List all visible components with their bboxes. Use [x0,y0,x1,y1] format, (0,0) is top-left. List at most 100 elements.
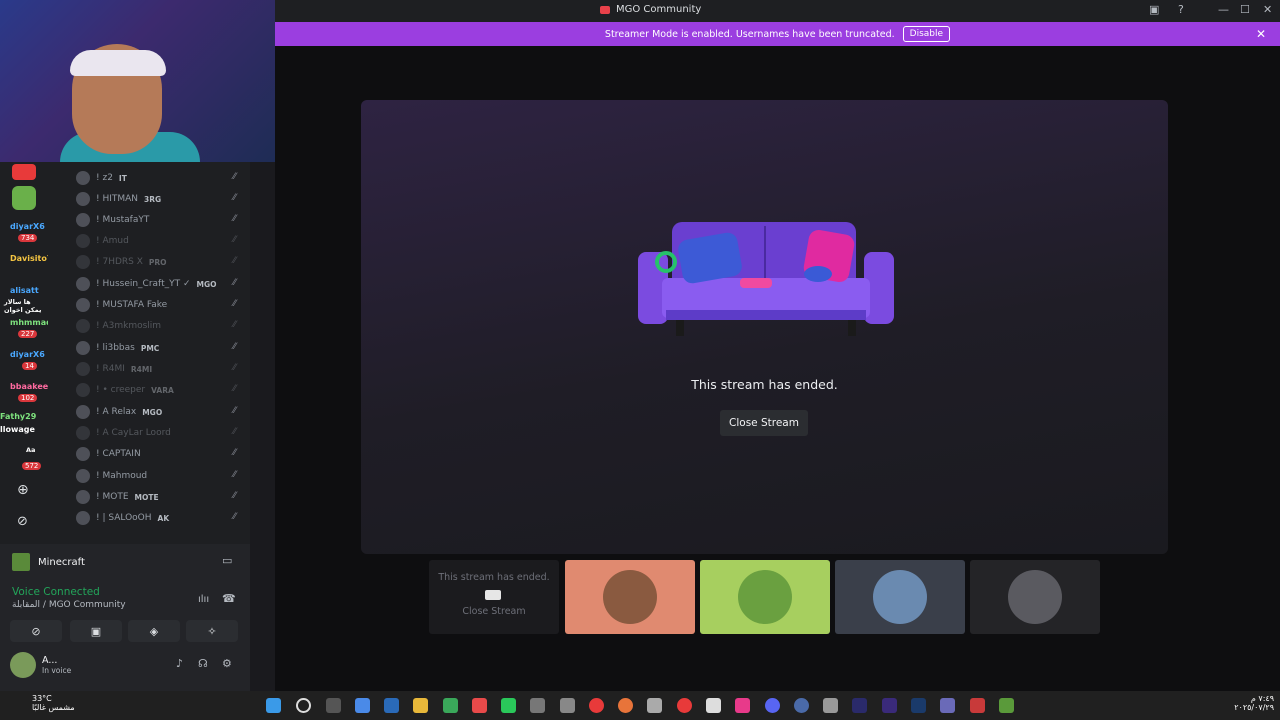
voice-member[interactable]: ! li3bbas PMC ⁄⁄ [76,338,244,358]
avatar [76,319,90,333]
start-icon[interactable] [266,698,281,713]
participant-tile[interactable] [565,560,695,634]
participant-tile[interactable] [970,560,1100,634]
voice-connection[interactable]: Voice Connected المقابلة / MGO Community [12,586,126,610]
participant-tile[interactable] [700,560,830,634]
opera-icon[interactable] [677,698,692,713]
discord-icon[interactable] [765,698,780,713]
maximize-button[interactable]: ☐ [1240,3,1250,16]
avatar [76,234,90,248]
tiktok-icon[interactable] [735,698,750,713]
member-name: ! Hussein_Craft_YT ✓ [96,279,191,289]
settings-gear-icon[interactable]: ⚙ [222,657,232,670]
streamer-mode-banner: Streamer Mode is enabled. Usernames have… [275,22,1280,46]
file-explorer-icon[interactable] [413,698,428,713]
mic-muted-icon: ⁄⁄ [232,299,236,309]
capcut-icon[interactable] [706,698,721,713]
member-tag: PMC [140,343,160,353]
camera-off-icon: ⊘ [31,624,41,638]
voice-member[interactable]: ! A3mkmoslim ⁄⁄ [76,316,244,336]
app-icon[interactable] [472,698,487,713]
mic-muted-icon: ⁄⁄ [232,256,236,266]
member-name: ! MustafaYT [96,215,150,225]
youtube-icon[interactable] [589,698,604,713]
media-encoder-icon[interactable] [882,698,897,713]
voice-member[interactable]: ! Hussein_Craft_YT ✓ MGO ⁄⁄ [76,274,244,294]
share-screen-button[interactable]: ▣ [70,620,122,642]
mic-muted-icon: ⁄⁄ [232,172,236,182]
voice-member[interactable]: ! HITMAN 3RG ⁄⁄ [76,189,244,209]
voice-member[interactable]: ! MUSTAFA Fake ⁄⁄ [76,295,244,315]
chat-message: ها سالار يمكن اخوان [4,298,42,314]
photoshop-icon[interactable] [911,698,926,713]
member-tag: AK [157,513,170,523]
member-name: ! A3mkmoslim [96,321,162,331]
voice-member[interactable]: ! MOTE MOTE ⁄⁄ [76,487,244,507]
server-icon[interactable] [12,186,36,210]
minecraft-icon [12,553,30,571]
steam-icon[interactable] [384,698,399,713]
app-icon[interactable] [618,698,633,713]
whatsapp-icon[interactable] [501,698,516,713]
voice-member[interactable]: ! Amud ⁄⁄ [76,231,244,251]
app-icon[interactable] [794,698,809,713]
close-window-button[interactable]: ✕ [1263,3,1272,16]
app-icon[interactable] [560,698,575,713]
member-name: ! R4MI [96,364,125,374]
app-icon[interactable] [823,698,838,713]
stream-thumbnail[interactable]: This stream has ended. Close Stream [429,560,559,634]
minimize-button[interactable]: — [1218,3,1229,16]
voice-member[interactable]: ! R4MI R4MI ⁄⁄ [76,359,244,379]
copilot-icon[interactable] [355,698,370,713]
game-name: Minecraft [38,556,85,568]
voice-member[interactable]: ! z2 IT ⁄⁄ [76,168,244,188]
voice-member[interactable]: ! | SALOoOH AK ⁄⁄ [76,508,244,528]
disable-button[interactable]: Disable [902,26,951,42]
voice-member[interactable]: ! CAPTAIN ⁄⁄ [76,444,244,464]
add-server-icon[interactable]: ⊕ [17,482,29,498]
activity-button[interactable]: ◈ [128,620,180,642]
mic-muted-icon: ⁄⁄ [232,363,236,373]
windows-taskbar: 33°C مشمس غالبًا ٧:٤٩ م ٢٠٢٥/٠٧/٢٩ [0,691,1280,720]
thumb-close-stream-button[interactable]: Close Stream [453,606,535,623]
server-icon[interactable] [12,164,36,180]
discover-icon[interactable]: ⊘ [17,514,28,529]
noise-suppression-icon[interactable]: ılıı [198,594,209,605]
mic-muted-icon: ⁄⁄ [232,427,236,437]
chrome-icon[interactable] [443,698,458,713]
weather-widget[interactable]: 33°C مشمس غالبًا [12,694,75,712]
system-clock[interactable]: ٧:٤٩ م ٢٠٢٥/٠٧/٢٩ [1234,694,1274,712]
help-icon[interactable]: ? [1178,3,1184,16]
voice-member[interactable]: ! MustafaYT ⁄⁄ [76,210,244,230]
member-name: ! HITMAN [96,194,139,204]
camera-button[interactable]: ⊘ [10,620,62,642]
screen-share-icon[interactable]: ▭ [222,554,232,567]
task-view-icon[interactable] [326,698,341,713]
app-icon[interactable] [940,698,955,713]
user-profile[interactable]: A... In voice [10,652,71,678]
app-icon[interactable] [530,698,545,713]
microphone-icon[interactable]: ♪ [176,657,183,670]
participant-tile[interactable] [835,560,965,634]
voice-member[interactable]: ! 7HDRS X PRO ⁄⁄ [76,252,244,272]
voice-member[interactable]: ! A Relax MGO ⁄⁄ [76,402,244,422]
search-icon[interactable] [296,698,311,713]
headphones-icon[interactable]: ☊ [198,657,208,670]
voice-member[interactable]: ! • creeper VARA ⁄⁄ [76,380,244,400]
clock-date: ٢٠٢٥/٠٧/٢٩ [1234,703,1274,712]
disconnect-icon[interactable]: ☎ [222,592,236,605]
app-icon[interactable] [647,698,662,713]
activity-game[interactable]: Minecraft [12,553,85,571]
voice-member[interactable]: ! A CayLar Loord ⁄⁄ [76,423,244,443]
voice-member[interactable]: ! Mahmoud ⁄⁄ [76,466,244,486]
app-icon[interactable] [970,698,985,713]
close-stream-button[interactable]: Close Stream [720,410,808,436]
avatar [76,426,90,440]
premiere-icon[interactable] [852,698,867,713]
banner-close-icon[interactable]: ✕ [1256,27,1266,41]
inbox-icon[interactable]: ▣ [1149,3,1159,16]
soundboard-button[interactable]: ✧ [186,620,238,642]
member-tag: MGO [196,279,217,289]
minecraft-icon[interactable] [999,698,1014,713]
count-badge: 572 [22,462,42,470]
